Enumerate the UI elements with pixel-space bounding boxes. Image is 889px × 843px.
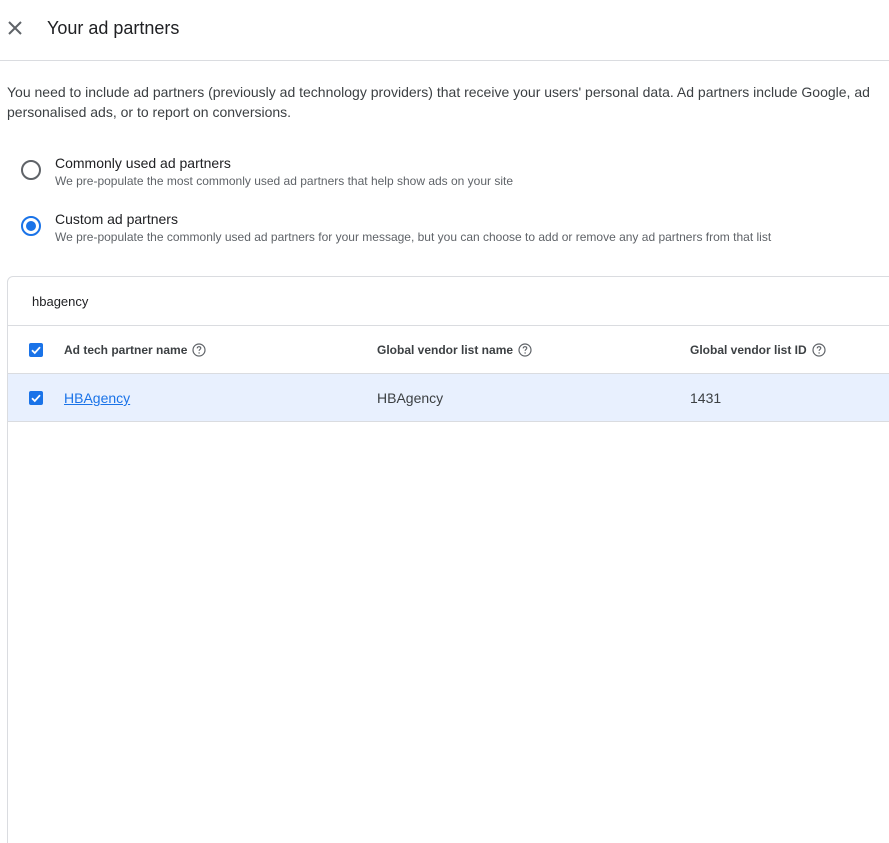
- select-all-checkbox[interactable]: [29, 343, 43, 357]
- radio-label: Custom ad partners: [55, 211, 178, 227]
- radio-commonly-used[interactable]: Commonly used ad partners We pre-populat…: [18, 154, 878, 194]
- gvl-name-cell: HBAgency: [377, 390, 444, 406]
- gvl-id-cell: 1431: [690, 390, 722, 406]
- column-label: Global vendor list ID: [690, 343, 807, 357]
- check-icon: [31, 346, 41, 355]
- radio-dot: [26, 221, 36, 231]
- column-header-partner-name: Ad tech partner name: [64, 342, 206, 358]
- radio-description: We pre-populate the commonly used ad par…: [55, 230, 772, 244]
- table-header: Ad tech partner name Global vendor list …: [8, 326, 889, 374]
- row-checkbox[interactable]: [29, 391, 43, 405]
- table-row[interactable]: HBAgency HBAgency 1431: [8, 374, 889, 422]
- column-header-gvl-id: Global vendor list ID: [690, 342, 826, 358]
- radio-custom[interactable]: Custom ad partners We pre-populate the c…: [18, 210, 878, 250]
- help-icon[interactable]: [192, 343, 206, 357]
- radio-description: We pre-populate the most commonly used a…: [55, 174, 514, 188]
- help-icon[interactable]: [518, 343, 532, 357]
- column-label: Ad tech partner name: [64, 343, 188, 357]
- radio-button-unchecked[interactable]: [21, 160, 41, 180]
- page-title: Your ad partners: [47, 18, 180, 38]
- radio-label: Commonly used ad partners: [55, 155, 231, 171]
- close-button[interactable]: [3, 16, 27, 40]
- description-line-2: personalised ads, or to report on conver…: [7, 104, 292, 120]
- dialog-header: Your ad partners: [0, 0, 889, 61]
- radio-button-checked[interactable]: [21, 216, 41, 236]
- column-header-gvl-name: Global vendor list name: [377, 342, 532, 358]
- search-bar: [8, 277, 889, 326]
- ad-partners-panel: Ad tech partner name Global vendor list …: [7, 276, 889, 843]
- partner-name-link[interactable]: HBAgency: [64, 389, 130, 407]
- check-icon: [31, 394, 41, 403]
- description-text: You need to include ad partners (previou…: [7, 82, 889, 122]
- description-line-1: You need to include ad partners (previou…: [7, 84, 870, 100]
- column-label: Global vendor list name: [377, 343, 514, 357]
- search-input[interactable]: [32, 291, 532, 311]
- close-icon: [8, 21, 22, 35]
- help-icon[interactable]: [812, 343, 826, 357]
